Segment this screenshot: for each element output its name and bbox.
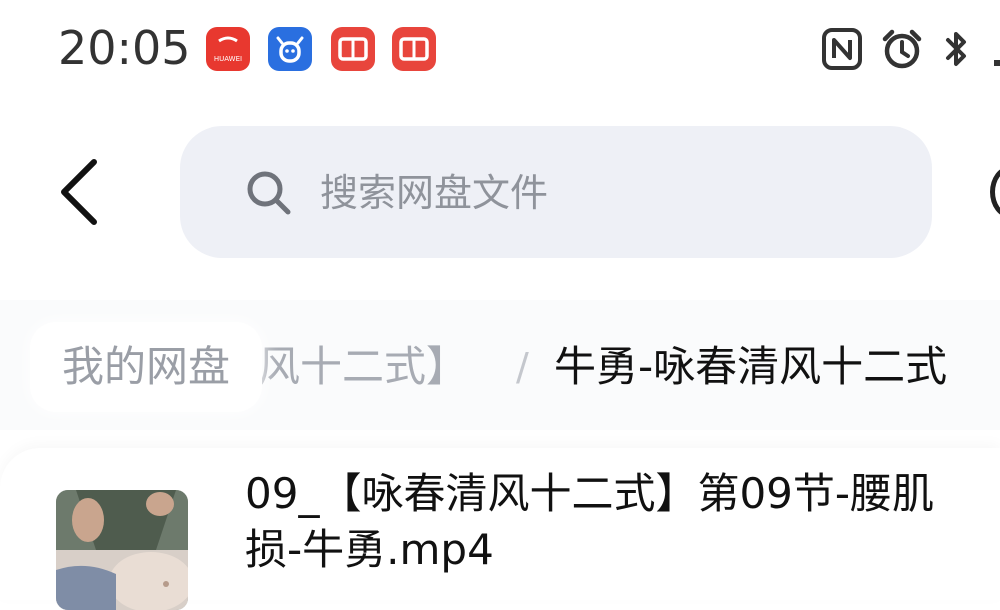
status-time: 20:05: [58, 21, 191, 75]
back-arrow-icon: [61, 159, 97, 225]
search-input[interactable]: 搜索网盘文件: [180, 126, 932, 258]
file-list: 09_【咏春清风十二式】第09节-腰肌 损-牛勇.mp4: [0, 448, 1000, 610]
more-options-icon[interactable]: [990, 166, 1000, 218]
breadcrumb-item-middle[interactable]: 风十二式】: [258, 322, 468, 412]
breadcrumb-separator: /: [516, 345, 529, 389]
breadcrumb-item-current: 牛勇-咏春清风十二式: [554, 342, 948, 391]
alarm-icon: [880, 28, 924, 70]
search-icon: [244, 168, 294, 218]
search-placeholder: 搜索网盘文件: [320, 171, 549, 215]
book-app-icon: [392, 27, 436, 71]
bluetooth-icon: [942, 28, 972, 70]
file-name: 09_【咏春清风十二式】第09节-腰肌 损-牛勇.mp4: [245, 466, 1000, 578]
file-name-line2: 损-牛勇.mp4: [245, 525, 494, 574]
status-bar: 20:05 HUAWEI: [0, 0, 1000, 100]
book-app-icon: [331, 27, 375, 71]
huawei-appgallery-icon: HUAWEI: [206, 27, 250, 71]
huawei-label: HUAWEI: [214, 55, 242, 63]
file-name-line1: 09_【咏春清风十二式】第09节-腰肌: [245, 469, 935, 518]
signal-icon: [992, 28, 1000, 70]
video-thumbnail: [56, 490, 188, 610]
back-button[interactable]: [50, 152, 110, 232]
breadcrumb: 风十二式】 我的网盘 / 牛勇-咏春清风十二式: [0, 300, 1000, 430]
nfc-icon: [822, 28, 862, 70]
cow-app-icon: [268, 27, 312, 71]
breadcrumb-item-root[interactable]: 我的网盘: [30, 322, 263, 412]
